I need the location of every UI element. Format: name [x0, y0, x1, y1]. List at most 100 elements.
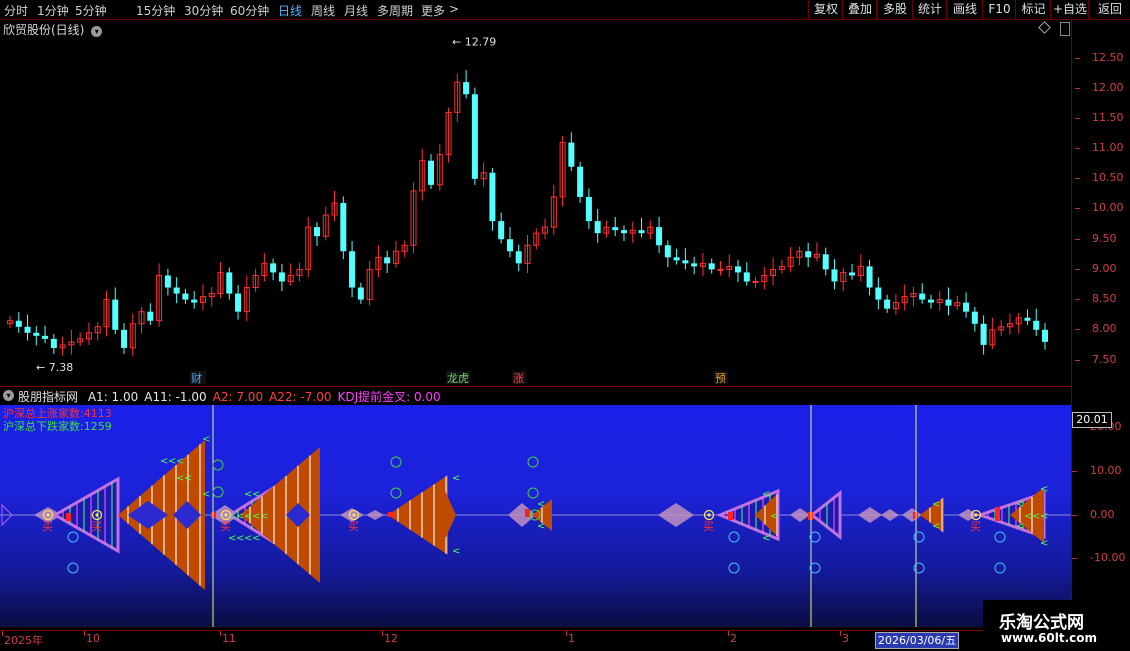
candle	[568, 132, 575, 171]
candle	[577, 161, 584, 203]
candle	[936, 291, 943, 311]
date-axis: 2025年 10 11 12 1 2 3 2026/03/06/五	[0, 630, 1071, 651]
candle	[752, 276, 759, 288]
indicator-collapse-icon[interactable]: ▾	[3, 390, 14, 401]
scrollbar-handle[interactable]	[1060, 22, 1070, 36]
candle	[1024, 309, 1031, 325]
price-axis-label: 12.50	[1092, 51, 1124, 64]
candle	[7, 315, 13, 328]
indicator-header: ▾ 股朋指标网 A1: 1.00 A11: -1.00 A2: 7.00 A22: -…	[0, 386, 1071, 405]
candle	[980, 315, 987, 355]
toolbar-button-1[interactable]: 叠加	[842, 0, 877, 19]
period-tab-7[interactable]: 周线	[311, 2, 335, 19]
period-tab-10[interactable]: 更多	[421, 2, 445, 19]
candle	[603, 220, 610, 238]
candle	[717, 260, 724, 276]
candle	[287, 263, 294, 286]
event-marker[interactable]: 涨	[512, 371, 526, 384]
candle	[85, 322, 92, 345]
indicator-shape	[508, 503, 536, 527]
site-watermark: 乐淘公式网 www.60lt.com	[983, 600, 1130, 650]
toolbar-button-5[interactable]: F10	[982, 0, 1016, 19]
period-tab-6[interactable]: 日线	[278, 2, 302, 19]
candle	[77, 332, 84, 347]
candle	[647, 220, 654, 240]
candle	[322, 206, 329, 241]
indicator-axis-label: 0.00	[1090, 508, 1115, 521]
blue-circle	[994, 562, 1006, 574]
candle	[813, 242, 820, 262]
toolbar-button-8[interactable]: 返回	[1088, 0, 1130, 19]
period-tab-5[interactable]: 60分钟	[230, 2, 269, 19]
arrow-glyph: <	[1016, 499, 1024, 510]
blue-circle	[67, 562, 79, 574]
candle	[270, 258, 277, 281]
toolbar-button-4[interactable]: 画线	[946, 0, 983, 19]
candle	[454, 73, 461, 123]
indicator-shape	[809, 489, 842, 541]
green-circle	[212, 459, 224, 471]
red-bar	[388, 512, 393, 517]
current-value-badge: 20.01	[1072, 412, 1112, 428]
candle	[743, 262, 750, 286]
indicator-shape	[658, 503, 694, 527]
candle	[305, 216, 312, 278]
candle	[235, 285, 242, 320]
period-tab-3[interactable]: 15分钟	[136, 2, 175, 19]
watermark-url: www.60lt.com	[1001, 631, 1098, 645]
svg-text:买: 买	[703, 520, 714, 533]
candle	[673, 248, 680, 265]
svg-text:财: 财	[191, 371, 202, 384]
arrow-glyph: <	[1040, 538, 1048, 549]
price-chart[interactable]: ← 12.79 ← 7.38 财 龙虎 涨 预	[0, 36, 1071, 384]
candle	[1033, 308, 1040, 336]
toolbar-button-0[interactable]: 复权	[808, 0, 843, 19]
toolbar-button-2[interactable]: 多股	[876, 0, 913, 19]
green-circle	[527, 456, 539, 468]
candle	[436, 144, 443, 191]
candle	[68, 329, 75, 355]
candle	[884, 294, 891, 313]
candle	[1006, 313, 1013, 335]
event-marker[interactable]: 龙虎	[446, 371, 470, 384]
period-tab-4[interactable]: 30分钟	[184, 2, 223, 19]
svg-text:买: 买	[91, 520, 102, 533]
candle	[243, 275, 250, 322]
period-tab-1[interactable]: 1分钟	[37, 2, 69, 19]
event-marker[interactable]: 预	[714, 371, 728, 384]
svg-text:涨: 涨	[513, 372, 524, 384]
period-tab-8[interactable]: 月线	[344, 2, 368, 19]
arrow-glyph: <	[537, 521, 545, 532]
arrow-glyph: <	[184, 473, 192, 484]
arrow-glyph: <	[176, 456, 184, 467]
svg-text:龙虎: 龙虎	[447, 372, 469, 384]
price-axis-label: 12.00	[1092, 81, 1124, 94]
svg-text:买: 买	[348, 520, 359, 533]
candle	[875, 277, 882, 310]
indicator-axis-label: 10.00	[1090, 464, 1122, 477]
candle	[919, 283, 926, 304]
date-axis-label: 12	[384, 632, 398, 645]
date-axis-label: 2	[730, 632, 737, 645]
event-marker[interactable]: 财	[190, 371, 206, 384]
arrow-glyph: <	[932, 521, 940, 532]
period-tab-0[interactable]: 分时	[4, 2, 28, 19]
candle	[138, 306, 145, 334]
indicator-axis-label: -10.00	[1090, 551, 1126, 564]
buy-signal: 买	[703, 509, 715, 533]
toolbar-button-7[interactable]: +自选	[1050, 0, 1089, 19]
price-axis: 12.50 12.00 11.50 11.00 10.50 10.00 9.50 9.00 8.…	[1072, 19, 1130, 385]
toolbar-button-3[interactable]: 统计	[912, 0, 947, 19]
period-tab-2[interactable]: 5分钟	[75, 2, 107, 19]
stock-name: 欣贸股份(日线)	[3, 23, 85, 37]
more-arrow-icon[interactable]: >	[449, 2, 459, 16]
red-bar	[525, 509, 530, 517]
candle	[59, 336, 66, 356]
blue-circle	[67, 531, 79, 543]
indicator-shape	[902, 508, 922, 522]
period-tab-9[interactable]: 多周期	[377, 2, 413, 19]
toolbar-button-6[interactable]: 标记	[1015, 0, 1051, 19]
candle	[927, 294, 934, 309]
candle	[480, 162, 487, 187]
price-axis-label: 11.00	[1092, 141, 1124, 154]
